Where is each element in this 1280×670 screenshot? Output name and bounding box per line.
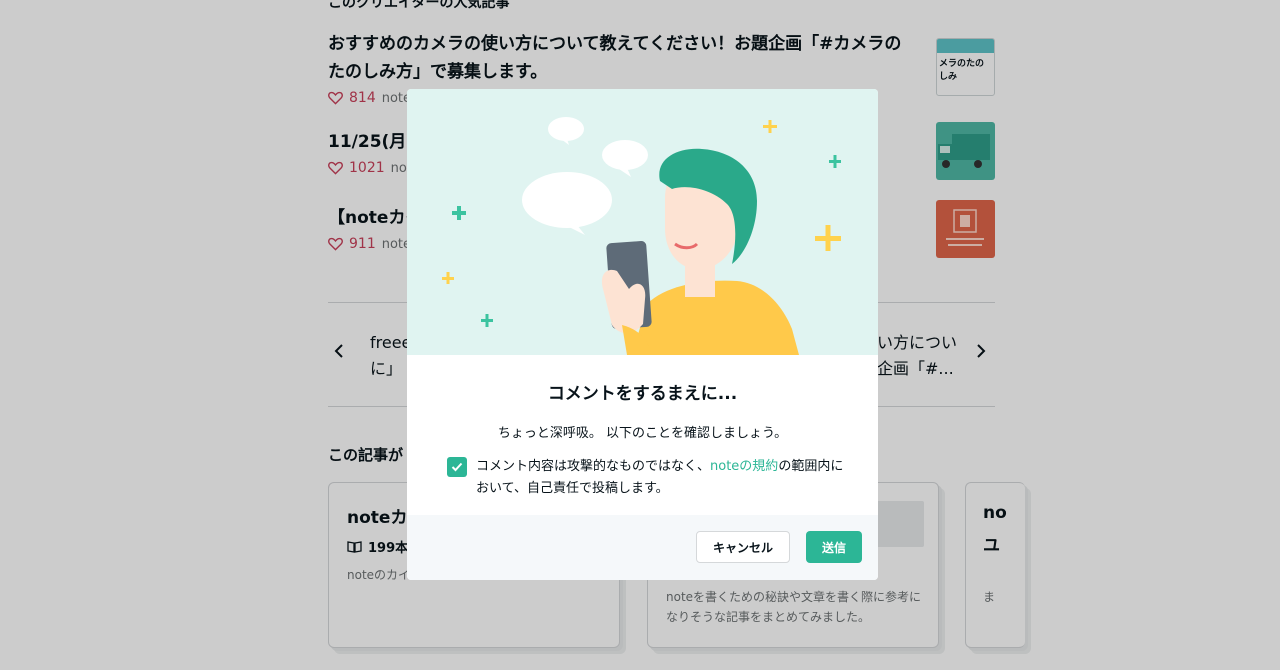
person-with-phone-illustration bbox=[442, 117, 841, 355]
check-icon bbox=[451, 462, 463, 472]
hero-illustration bbox=[407, 89, 878, 355]
agreement-row[interactable]: コメント内容は攻撃的なものではなく、noteの規約の範囲内において、自己責任で投… bbox=[447, 456, 847, 500]
agreement-checkbox[interactable] bbox=[447, 457, 467, 477]
comment-confirm-dialog: コメントをするまえに... ちょっと深呼吸。 以下のことを確認しましょう。 コメ… bbox=[407, 89, 878, 580]
cancel-button[interactable]: キャンセル bbox=[696, 531, 790, 563]
send-button[interactable]: 送信 bbox=[806, 531, 862, 563]
agreement-text: コメント内容は攻撃的なものではなく、noteの規約の範囲内において、自己責任で投… bbox=[476, 456, 847, 500]
agreement-text-prefix: コメント内容は攻撃的なものではなく、 bbox=[476, 459, 711, 474]
dialog-title: コメントをするまえに... bbox=[547, 384, 738, 404]
dialog-footer: キャンセル 送信 bbox=[407, 515, 878, 580]
dialog-subtitle: ちょっと深呼吸。 以下のことを確認しましょう。 bbox=[497, 426, 788, 441]
terms-link[interactable]: noteの規約 bbox=[710, 459, 778, 474]
